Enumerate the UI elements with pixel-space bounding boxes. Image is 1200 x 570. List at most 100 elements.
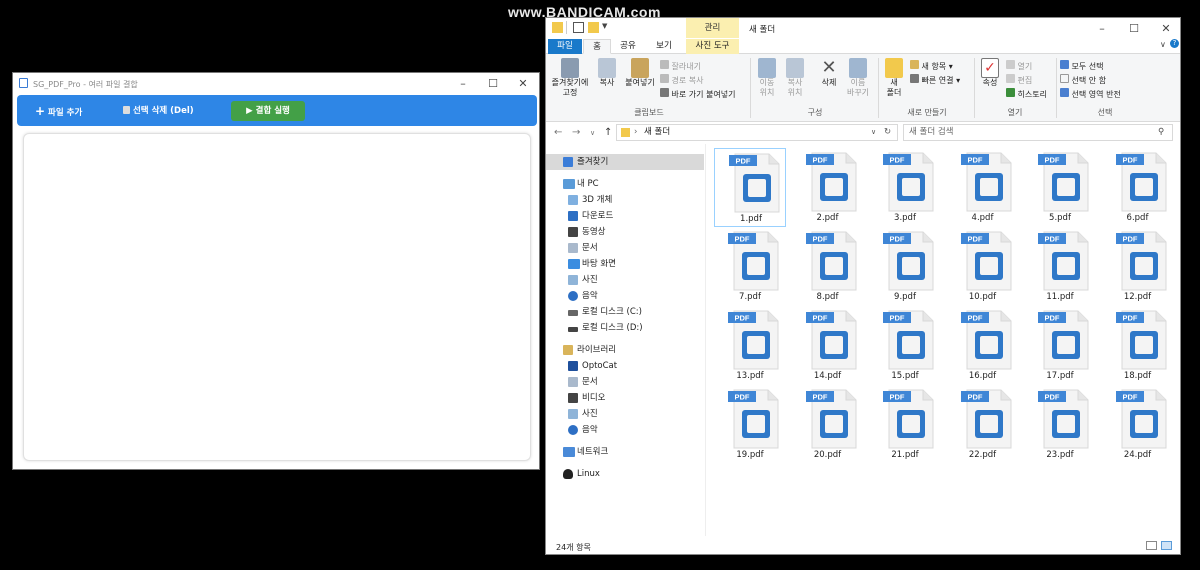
- properties-check-icon: ✓: [981, 58, 999, 78]
- nav-lib-pictures[interactable]: 사진: [546, 406, 704, 422]
- nav-quick-access[interactable]: 즐겨찾기: [546, 154, 704, 170]
- nav-local-disk-d[interactable]: 로컬 디스크 (D:): [546, 320, 704, 336]
- music-icon: [568, 291, 578, 301]
- nav-lib-music[interactable]: 음악: [546, 422, 704, 438]
- properties-button[interactable]: ✓ 속성: [978, 58, 1002, 88]
- pin-quick-access-button[interactable]: 즐겨찾기에 고정: [550, 58, 590, 98]
- file-item[interactable]: PDF 4.pdf: [947, 148, 1019, 227]
- copy-path-button[interactable]: 경로 복사: [660, 74, 704, 86]
- nav-optocat[interactable]: OptoCat: [546, 358, 704, 374]
- properties-check-icon[interactable]: [573, 22, 584, 33]
- history-button[interactable]: 히스토리: [1006, 88, 1047, 100]
- move-to-button[interactable]: 이동 위치: [754, 58, 780, 98]
- file-item[interactable]: PDF 14.pdf: [792, 306, 864, 385]
- minimize-icon[interactable]: –: [1088, 20, 1116, 38]
- paste-button[interactable]: 붙여넣기: [622, 58, 658, 88]
- tab-home[interactable]: 홈: [583, 39, 611, 54]
- nav-lib-documents[interactable]: 문서: [546, 374, 704, 390]
- easy-access-button[interactable]: 빠른 연결 ▾: [910, 74, 960, 86]
- file-list-area[interactable]: [23, 133, 531, 461]
- new-item-button[interactable]: 새 항목 ▾: [910, 60, 953, 72]
- tab-view[interactable]: 보기: [650, 39, 678, 54]
- copy-to-button[interactable]: 복사 위치: [782, 58, 808, 98]
- file-item[interactable]: PDF 20.pdf: [792, 385, 864, 464]
- file-item[interactable]: PDF 16.pdf: [947, 306, 1019, 385]
- nav-music[interactable]: 음악: [546, 288, 704, 304]
- delete-button[interactable]: ✕ 삭제: [816, 58, 842, 88]
- paste-shortcut-button[interactable]: 바로 가기 붙여넣기: [660, 88, 736, 100]
- select-all-button[interactable]: 모두 선택: [1060, 60, 1104, 72]
- forward-icon[interactable]: →: [572, 127, 580, 138]
- file-item[interactable]: PDF 9.pdf: [869, 227, 941, 306]
- add-files-button[interactable]: + 파일 추가: [29, 101, 88, 121]
- file-item[interactable]: PDF 2.pdf: [792, 148, 864, 227]
- back-icon[interactable]: ←: [554, 127, 562, 138]
- file-item[interactable]: PDF 8.pdf: [792, 227, 864, 306]
- search-input[interactable]: 새 폴더 검색 ⚲: [903, 124, 1173, 141]
- refresh-icon[interactable]: ↻: [884, 125, 891, 140]
- file-item[interactable]: PDF 17.pdf: [1024, 306, 1096, 385]
- nav-local-disk-c[interactable]: 로컬 디스크 (C:): [546, 304, 704, 320]
- edit-button[interactable]: 편집: [1006, 74, 1032, 86]
- select-none-button[interactable]: 선택 안 함: [1060, 74, 1106, 86]
- file-item[interactable]: PDF 21.pdf: [869, 385, 941, 464]
- file-item[interactable]: PDF 15.pdf: [869, 306, 941, 385]
- nav-videos[interactable]: 동영상: [546, 224, 704, 240]
- nav-desktop[interactable]: 바탕 화면: [546, 256, 704, 272]
- recent-dropdown-icon[interactable]: ∨: [590, 129, 595, 137]
- file-item[interactable]: PDF 22.pdf: [947, 385, 1019, 464]
- minimize-icon[interactable]: –: [449, 75, 477, 93]
- file-item[interactable]: PDF 24.pdf: [1102, 385, 1174, 464]
- nav-pictures[interactable]: 사진: [546, 272, 704, 288]
- file-item[interactable]: PDF 5.pdf: [1024, 148, 1096, 227]
- file-item[interactable]: PDF 6.pdf: [1102, 148, 1174, 227]
- nav-documents[interactable]: 문서: [546, 240, 704, 256]
- pdf-badge-label: PDF: [812, 314, 827, 323]
- new-folder-button[interactable]: 새 폴더: [882, 58, 906, 98]
- file-item[interactable]: PDF 19.pdf: [714, 385, 786, 464]
- open-button[interactable]: 열기: [1006, 60, 1032, 72]
- ribbon-expand-icon[interactable]: ∨: [1160, 40, 1166, 49]
- file-item[interactable]: PDF 11.pdf: [1024, 227, 1096, 306]
- large-icons-view-icon[interactable]: [1161, 541, 1172, 550]
- new-folder-icon[interactable]: [588, 22, 599, 33]
- file-item[interactable]: PDF 12.pdf: [1102, 227, 1174, 306]
- file-item[interactable]: PDF 1.pdf: [714, 148, 786, 227]
- file-item[interactable]: PDF 10.pdf: [947, 227, 1019, 306]
- pdf-file-icon: PDF: [960, 310, 1011, 370]
- qat-dropdown-icon[interactable]: ▼: [602, 22, 607, 30]
- rename-button[interactable]: 이름 바꾸기: [844, 58, 872, 98]
- file-item[interactable]: PDF 13.pdf: [714, 306, 786, 385]
- details-view-icon[interactable]: [1146, 541, 1157, 550]
- file-item[interactable]: PDF 18.pdf: [1102, 306, 1174, 385]
- file-item[interactable]: PDF 3.pdf: [869, 148, 941, 227]
- run-merge-button[interactable]: ▶ 결합 실행: [231, 101, 305, 121]
- close-icon[interactable]: ✕: [509, 75, 537, 93]
- select-all-label: 모두 선택: [1071, 62, 1104, 71]
- file-item[interactable]: PDF 23.pdf: [1024, 385, 1096, 464]
- context-tab-manage[interactable]: 관리: [686, 18, 739, 38]
- invert-selection-button[interactable]: 선택 영역 반전: [1060, 88, 1121, 100]
- help-icon[interactable]: ?: [1170, 39, 1179, 48]
- file-item[interactable]: PDF 7.pdf: [714, 227, 786, 306]
- nav-downloads[interactable]: 다운로드: [546, 208, 704, 224]
- address-dropdown-icon[interactable]: ∨: [871, 125, 876, 140]
- nav-3d-objects[interactable]: 3D 개체: [546, 192, 704, 208]
- nav-libraries[interactable]: 라이브러리: [546, 342, 704, 358]
- maximize-icon[interactable]: ☐: [1120, 20, 1148, 38]
- breadcrumb-folder[interactable]: 새 폴더: [644, 125, 670, 140]
- nav-linux[interactable]: Linux: [546, 466, 704, 482]
- address-bar[interactable]: › 새 폴더 ∨ ↻: [616, 124, 898, 141]
- close-icon[interactable]: ✕: [1152, 20, 1180, 38]
- nav-this-pc[interactable]: 내 PC: [546, 176, 704, 192]
- nav-lib-videos[interactable]: 비디오: [546, 390, 704, 406]
- cut-button[interactable]: 잘라내기: [660, 60, 701, 72]
- tab-picture-tools[interactable]: 사진 도구: [686, 39, 739, 54]
- nav-network[interactable]: 네트워크: [546, 444, 704, 460]
- delete-selected-button[interactable]: 선택 삭제 (Del): [117, 101, 200, 121]
- copy-button[interactable]: 복사: [594, 58, 620, 88]
- up-icon[interactable]: ↑: [604, 127, 612, 138]
- file-name: 17.pdf: [1046, 371, 1074, 381]
- maximize-icon[interactable]: ☐: [479, 75, 507, 93]
- tab-share[interactable]: 공유: [614, 39, 642, 54]
